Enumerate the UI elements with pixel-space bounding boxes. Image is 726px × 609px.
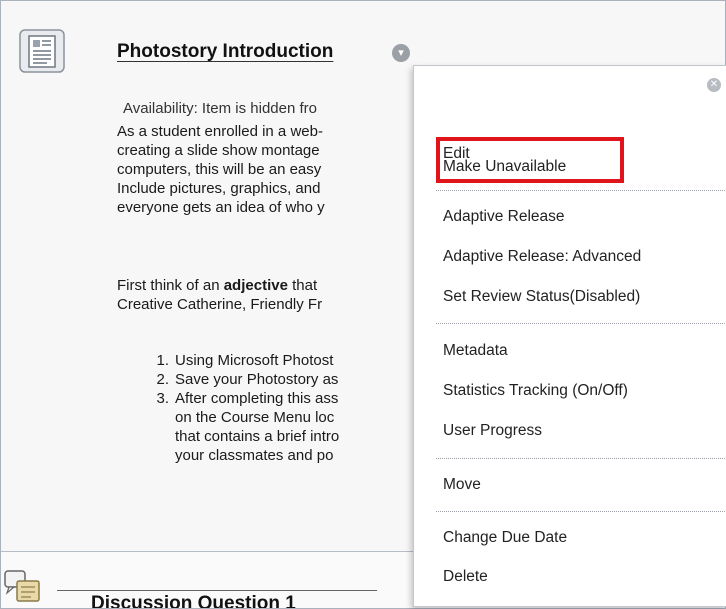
description-line: Include pictures, graphics, and — [117, 180, 321, 197]
menu-item-statistics-tracking[interactable]: Statistics Tracking (On/Off) — [443, 382, 628, 400]
menu-item-adaptive-release-advanced[interactable]: Adaptive Release: Advanced — [443, 248, 641, 266]
step-continuation: that contains a brief intro — [175, 428, 340, 445]
item2-title[interactable]: Discussion Question 1 — [91, 593, 296, 608]
menu-item-move[interactable]: Move — [443, 476, 481, 494]
step-text: After completing this ass — [175, 390, 339, 407]
item-description: As a student enrolled in a web- creating… — [117, 122, 417, 217]
step-number: 2. — [156, 371, 169, 388]
availability-status: Availability: Item is hidden fro — [123, 100, 317, 117]
menu-item-adaptive-release[interactable]: Adaptive Release — [443, 208, 565, 226]
menu-item-delete[interactable]: Delete — [443, 568, 488, 586]
menu-item-set-review-status[interactable]: Set Review Status(Disabled) — [443, 288, 640, 306]
list-item: 3. After completing this ass — [151, 389, 339, 408]
instruction-line: First think of an adjective that — [117, 276, 322, 295]
list-item: 1. Using Microsoft Photost — [151, 351, 339, 370]
item-title[interactable]: Photostory Introduction — [117, 41, 333, 63]
instruction-line: Creative Catherine, Friendly Fr — [117, 296, 323, 313]
menu-item-metadata[interactable]: Metadata — [443, 342, 508, 360]
close-icon[interactable]: ✕ — [707, 78, 721, 92]
discussion-icon — [4, 570, 40, 602]
step-text: Using Microsoft Photost — [175, 352, 334, 369]
document-icon — [19, 29, 65, 73]
item2-divider — [57, 590, 377, 591]
menu-divider — [436, 190, 726, 191]
description-line: everyone gets an idea of who y — [117, 199, 325, 216]
menu-item-change-due-date[interactable]: Change Due Date — [443, 529, 567, 547]
instruction-text: First think of an — [117, 277, 224, 294]
menu-divider — [436, 511, 726, 512]
step-number: 3. — [156, 390, 169, 407]
step-number: 1. — [156, 352, 169, 369]
step-text: Save your Photostory as — [175, 371, 339, 388]
highlight-box — [436, 137, 624, 183]
instruction-bold-text: adjective — [223, 277, 288, 294]
menu-divider — [436, 458, 726, 459]
instruction-text: that — [287, 277, 318, 294]
step-list: 1. Using Microsoft Photost 2. Save your Ph… — [151, 351, 339, 465]
step-continuation: your classmates and po — [175, 447, 334, 464]
list-item: 2. Save your Photostory as — [151, 370, 339, 389]
item-instructions: First think of an adjective that Creativ… — [117, 276, 322, 314]
menu-divider — [436, 323, 726, 324]
chevron-down-icon[interactable]: ▾ — [392, 44, 410, 62]
description-line: As a student enrolled in a web- — [117, 123, 323, 140]
menu-item-user-progress[interactable]: User Progress — [443, 422, 542, 440]
description-line: creating a slide show montage — [117, 142, 320, 159]
description-line: computers, this will be an easy — [117, 161, 322, 178]
step-continuation: on the Course Menu loc — [175, 409, 335, 426]
